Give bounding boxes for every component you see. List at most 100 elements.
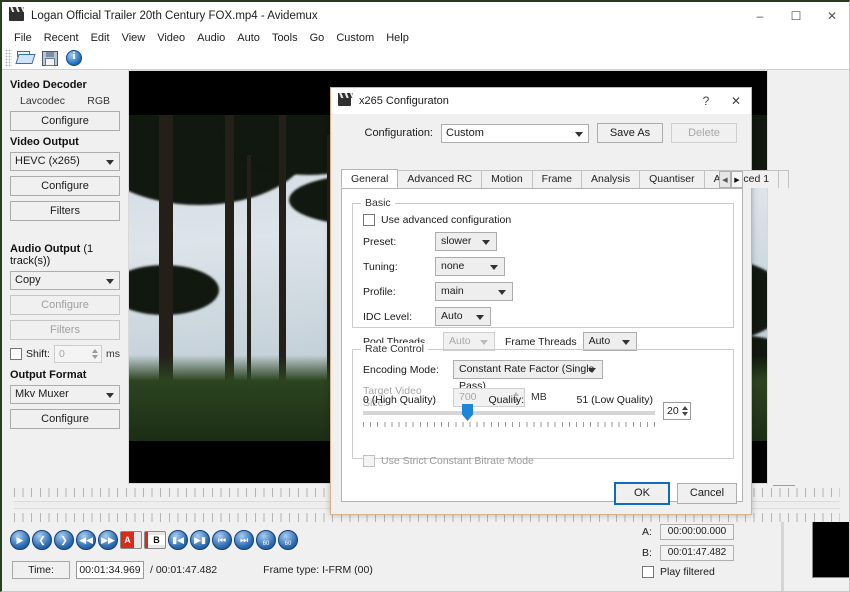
tab-scroll-left-button[interactable]: ◀ xyxy=(719,171,731,188)
tab-motion[interactable]: Motion xyxy=(481,170,533,188)
video-output-filters-button[interactable]: Filters xyxy=(10,201,120,221)
video-decoder-configure-button[interactable]: Configure xyxy=(10,111,120,131)
use-advanced-configuration-checkbox[interactable] xyxy=(363,214,375,226)
current-time-field[interactable]: 00:01:34.969 xyxy=(76,561,144,579)
dialog-title: x265 Configuraton xyxy=(359,95,449,107)
open-file-icon[interactable] xyxy=(15,47,37,69)
video-output-encoder-select[interactable]: HEVC (x265) xyxy=(10,152,120,171)
menu-help[interactable]: Help xyxy=(380,30,415,46)
menu-tools[interactable]: Tools xyxy=(266,30,304,46)
quality-center-label: Quality: xyxy=(488,394,524,406)
tuning-select[interactable]: none xyxy=(435,257,505,276)
thumbnail-preview xyxy=(812,518,850,578)
encoding-mode-label: Encoding Mode: xyxy=(363,364,447,376)
x265-configuration-dialog: x265 Configuraton ? ✕ Configuration: Cus… xyxy=(330,87,752,515)
menu-edit[interactable]: Edit xyxy=(85,30,116,46)
tab-analysis[interactable]: Analysis xyxy=(581,170,640,188)
go-start-icon[interactable]: ⏮ xyxy=(212,530,232,550)
fast-forward-icon[interactable]: ▶▶ xyxy=(98,530,118,550)
menu-view[interactable]: View xyxy=(116,30,152,46)
back-60-icon[interactable]: 60 xyxy=(256,530,276,550)
menu-custom[interactable]: Custom xyxy=(330,30,380,46)
marker-b-value[interactable]: 00:01:47.482 xyxy=(660,545,734,561)
encoding-mode-row: Encoding Mode: Constant Rate Factor (Sin… xyxy=(363,360,733,379)
cancel-button[interactable]: Cancel xyxy=(677,483,737,504)
audio-shift-input[interactable]: 0 xyxy=(54,345,102,363)
clapperboard-icon xyxy=(9,8,25,24)
play-icon[interactable]: ▶ xyxy=(10,530,30,550)
play-filtered-checkbox[interactable] xyxy=(642,566,654,578)
marker-a-value[interactable]: 00:00:00.000 xyxy=(660,524,734,540)
mark-a-letter: A xyxy=(121,532,134,548)
toolbar-grip[interactable] xyxy=(5,49,12,67)
save-file-icon[interactable] xyxy=(39,47,61,69)
configuration-select[interactable]: Custom xyxy=(441,124,589,143)
prev-keyframe-icon[interactable]: ▮◀ xyxy=(168,530,188,550)
tab-quantiser[interactable]: Quantiser xyxy=(639,170,705,188)
audio-output-codec-select[interactable]: Copy xyxy=(10,271,120,290)
encoding-mode-select[interactable]: Constant Rate Factor (Single Pass) xyxy=(453,360,603,379)
configuration-row: Configuration: Custom Save As Delete xyxy=(331,115,751,143)
spin-down-icon[interactable] xyxy=(92,355,98,359)
video-output-heading: Video Output xyxy=(10,136,120,148)
profile-select[interactable]: main xyxy=(435,282,513,301)
menu-go[interactable]: Go xyxy=(304,30,331,46)
ok-button[interactable]: OK xyxy=(615,483,669,504)
strict-cbr-checkbox[interactable] xyxy=(363,455,375,467)
forward-60-icon[interactable]: 60 xyxy=(278,530,298,550)
chevron-down-icon xyxy=(106,393,114,398)
audio-output-configure-button[interactable]: Configure xyxy=(10,295,120,315)
tab-advanced-rc[interactable]: Advanced RC xyxy=(397,170,482,188)
audio-shift-label: Shift: xyxy=(26,348,50,360)
time-label-button[interactable]: Time: xyxy=(12,561,70,579)
window-title: Logan Official Trailer 20th Century FOX.… xyxy=(31,10,318,22)
preset-value: slower xyxy=(441,235,471,247)
close-button[interactable]: ✕ xyxy=(814,2,850,30)
next-keyframe-icon[interactable]: ▶▮ xyxy=(190,530,210,550)
audio-output-filters-button[interactable]: Filters xyxy=(10,320,120,340)
rewind-icon[interactable]: ◀◀ xyxy=(76,530,96,550)
left-sidebar: Video Decoder Lavcodec RGB Configure Vid… xyxy=(2,70,128,484)
chevron-down-icon xyxy=(575,132,583,137)
save-as-button[interactable]: Save As xyxy=(597,123,663,143)
menu-auto[interactable]: Auto xyxy=(231,30,266,46)
quality-slider-track[interactable] xyxy=(363,411,655,415)
ab-selection-panel: A: 00:00:00.000 B: 00:01:47.482 Play fil… xyxy=(642,524,762,578)
quality-slider-thumb[interactable] xyxy=(462,404,473,421)
menu-video[interactable]: Video xyxy=(151,30,191,46)
audio-shift-checkbox[interactable] xyxy=(10,348,22,360)
dialog-close-button[interactable]: ✕ xyxy=(721,88,751,115)
mark-b-icon[interactable]: B xyxy=(144,531,166,549)
tab-general[interactable]: General xyxy=(341,169,398,188)
tab-frame[interactable]: Frame xyxy=(532,170,582,188)
preset-row: Preset: slower xyxy=(363,232,733,251)
next-icon[interactable]: ❯ xyxy=(54,530,74,550)
output-format-configure-button[interactable]: Configure xyxy=(10,409,120,429)
player-controls: ▶ ❮ ❯ ◀◀ ▶▶ A B ▮◀ ▶▮ ⏮ ⏭ 60 60 xyxy=(10,527,310,553)
spin-up-icon[interactable] xyxy=(682,406,688,410)
preset-select[interactable]: slower xyxy=(435,232,497,251)
rate-control-group: Rate Control Encoding Mode: Constant Rat… xyxy=(352,349,734,459)
go-end-icon[interactable]: ⏭ xyxy=(234,530,254,550)
info-icon[interactable]: i xyxy=(63,47,85,69)
idc-level-select[interactable]: Auto xyxy=(435,307,491,326)
quality-value-input[interactable]: 20 xyxy=(663,402,691,420)
minimize-button[interactable]: – xyxy=(742,2,778,30)
tab-scroll-right-button[interactable]: ▶ xyxy=(731,171,743,188)
tab-advanced-2[interactable]: Advan xyxy=(778,170,789,188)
menu-file[interactable]: File xyxy=(8,30,38,46)
dialog-help-button[interactable]: ? xyxy=(691,88,721,115)
previous-icon[interactable]: ❮ xyxy=(32,530,52,550)
menu-recent[interactable]: Recent xyxy=(38,30,85,46)
spin-down-icon[interactable] xyxy=(682,412,688,416)
menu-audio[interactable]: Audio xyxy=(191,30,231,46)
video-output-configure-button[interactable]: Configure xyxy=(10,176,120,196)
volume-slider-track[interactable] xyxy=(781,510,784,592)
delete-button[interactable]: Delete xyxy=(671,123,737,143)
spin-up-icon[interactable] xyxy=(92,349,98,353)
maximize-button[interactable]: ☐ xyxy=(778,2,814,30)
output-format-muxer-select[interactable]: Mkv Muxer xyxy=(10,385,120,404)
mark-a-icon[interactable]: A xyxy=(120,531,142,549)
output-format-heading: Output Format xyxy=(10,369,120,381)
frame-threads-label: Frame Threads xyxy=(505,336,577,348)
